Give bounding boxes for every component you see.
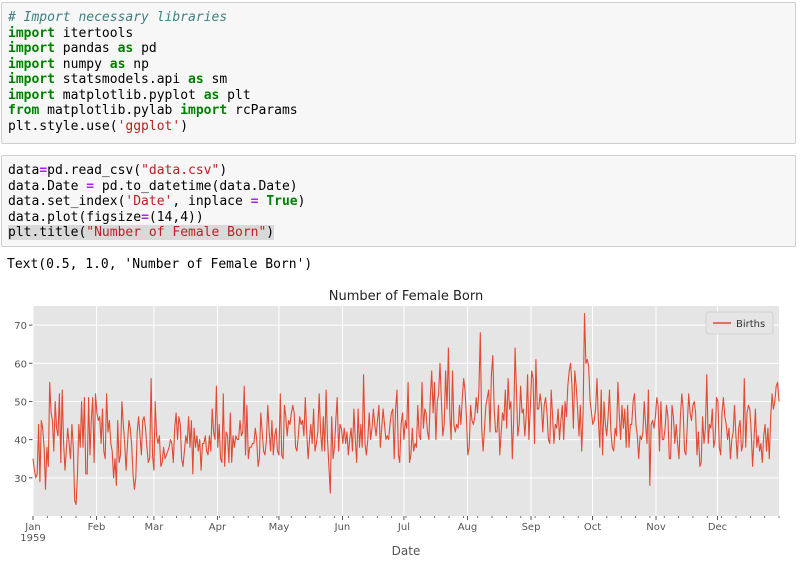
code-token: rcParams bbox=[227, 103, 298, 118]
code-token: plt.title( bbox=[8, 225, 87, 240]
code-token: ) bbox=[297, 194, 306, 209]
code-token: plt.style.use( bbox=[8, 118, 118, 134]
code-token: pd.read_csv( bbox=[47, 163, 142, 178]
y-tick-label: 60 bbox=[14, 359, 27, 370]
x-tick-label: Dec bbox=[708, 522, 727, 533]
x-tick-label: May bbox=[269, 522, 290, 533]
code-token: data bbox=[8, 163, 40, 178]
code-token: import bbox=[8, 56, 55, 72]
code-token: itertools bbox=[54, 25, 134, 41]
code-token: sm bbox=[203, 72, 228, 87]
code-token: import bbox=[180, 103, 228, 118]
code-token: 'ggplot' bbox=[117, 118, 181, 134]
x-axis-label: Date bbox=[392, 544, 421, 558]
code-token: from bbox=[8, 103, 40, 118]
code-token: import bbox=[8, 72, 55, 87]
code-token: pd bbox=[133, 41, 157, 56]
code-token: data.Date bbox=[8, 178, 87, 194]
legend-label: Births bbox=[736, 319, 765, 330]
y-tick-label: 50 bbox=[14, 397, 27, 408]
code-cell-plot[interactable]: data=pd.read_csv("data.csv") data.Date =… bbox=[1, 155, 796, 247]
cell-output-text: Text(0.5, 1.0, 'Number of Female Born') bbox=[7, 257, 313, 272]
code-token: matplotlib.pylab bbox=[39, 103, 181, 118]
x-tick-label: Jun bbox=[334, 522, 351, 533]
x-tick-label: Oct bbox=[584, 522, 601, 533]
x-tick-label: Aug bbox=[458, 522, 478, 533]
code-token: pandas bbox=[54, 41, 118, 56]
code-token: (14,4)) bbox=[148, 209, 204, 225]
code-token: as bbox=[203, 87, 220, 103]
code-token: as bbox=[109, 56, 126, 72]
code-token: 'Date' bbox=[125, 194, 173, 209]
code-token: import bbox=[8, 87, 55, 103]
code-token: # Import necessary libraries bbox=[8, 10, 228, 25]
code-token: numpy bbox=[54, 56, 110, 72]
code-token: import bbox=[8, 25, 55, 41]
x-tick-label: Jan bbox=[24, 522, 40, 533]
code-token: np bbox=[125, 56, 149, 72]
code-token: ) bbox=[180, 118, 189, 134]
code-token: data.plot(figsize bbox=[8, 209, 142, 225]
x-tick-label: Nov bbox=[646, 522, 666, 533]
y-tick-label: 30 bbox=[14, 474, 27, 485]
code-token: pd.to_datetime(data.Date) bbox=[94, 178, 298, 194]
code-token: matplotlib.pyplot bbox=[54, 87, 204, 103]
x-tick-label: Feb bbox=[88, 522, 106, 533]
code-token: = bbox=[141, 209, 149, 225]
y-tick-label: 40 bbox=[14, 436, 27, 447]
code-token: import bbox=[8, 41, 55, 56]
code-cell-imports[interactable]: # Import necessary libraries import iter… bbox=[1, 2, 796, 144]
code-token: "data.csv" bbox=[141, 163, 220, 178]
code-token: data.set_index( bbox=[8, 194, 126, 209]
code-token: True bbox=[266, 194, 298, 209]
chart-title: Number of Female Born bbox=[329, 289, 483, 304]
y-tick-label: 70 bbox=[14, 321, 27, 332]
code-token: ) bbox=[266, 225, 275, 240]
code-token: = bbox=[39, 163, 48, 178]
x-tick-label: Apr bbox=[209, 522, 227, 533]
code-token: "Number of Female Born" bbox=[86, 225, 267, 240]
code-editor-plot[interactable]: data=pd.read_csv("data.csv") data.Date =… bbox=[2, 163, 795, 241]
x-tick-label: Sep bbox=[522, 522, 541, 533]
code-token: as bbox=[188, 72, 204, 87]
code-token: , inplace bbox=[172, 194, 251, 209]
x-tick-label: Mar bbox=[144, 522, 164, 533]
x-tick-sublabel: 1959 bbox=[20, 533, 45, 544]
code-token: statsmodels.api bbox=[54, 72, 189, 87]
x-tick-label: Jul bbox=[397, 522, 410, 533]
code-editor-imports[interactable]: # Import necessary libraries import iter… bbox=[2, 10, 795, 134]
code-token: plt bbox=[219, 87, 251, 103]
code-token: = bbox=[86, 178, 95, 194]
births-line-chart: 30 40 50 60 70 Jan1959 Feb Mar Apr May Jun Jul Aug Se… bbox=[14, 289, 780, 558]
code-token: as bbox=[117, 41, 134, 56]
code-token: ) bbox=[219, 163, 228, 178]
